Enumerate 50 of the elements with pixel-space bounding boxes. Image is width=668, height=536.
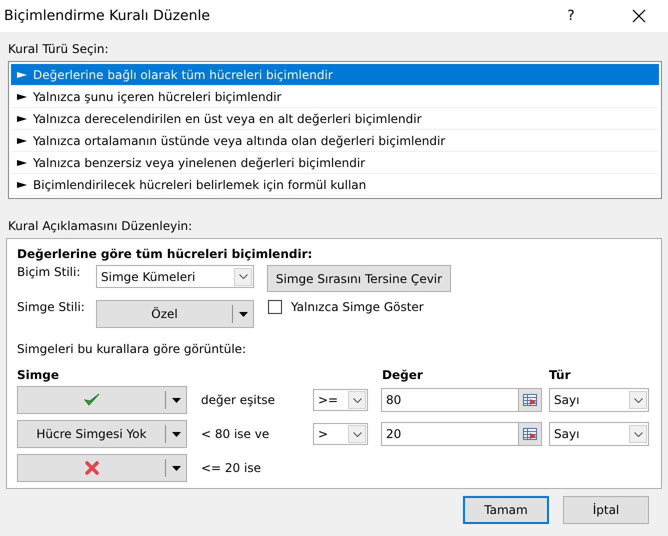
chevron-icon	[352, 432, 362, 436]
cross-icon	[84, 461, 98, 475]
pointer-icon	[17, 138, 27, 144]
value-field[interactable]: 80	[381, 388, 542, 412]
pointer-icon	[17, 160, 27, 166]
condition-text: < 80 ise ve	[201, 427, 270, 441]
range-picker-icon	[523, 428, 537, 440]
chevron-icon	[352, 398, 362, 402]
pointer-icon	[17, 116, 27, 122]
rule-type-item[interactable]: Değerlerine bağlı olarak tüm hücreleri biçimlendir	[11, 64, 659, 86]
format-style-label: Biçim Stili:	[17, 265, 82, 279]
icon-style-select[interactable]: Özel	[96, 300, 254, 328]
icon-select[interactable]	[17, 454, 187, 482]
caret-icon	[238, 312, 248, 316]
operator-select[interactable]: >=	[313, 389, 368, 411]
pointer-icon	[17, 182, 27, 188]
cancel-button[interactable]: İptal	[563, 496, 649, 524]
value-field[interactable]: 20	[381, 422, 542, 446]
caret-icon	[172, 398, 180, 402]
caret-icon	[172, 432, 180, 436]
operator-select[interactable]: >	[313, 423, 368, 445]
icon-select[interactable]: Hücre Simgesi Yok	[17, 420, 187, 448]
column-header: Değer	[382, 368, 424, 382]
pointer-icon	[17, 72, 27, 78]
condition-text: değer eşitse	[201, 393, 276, 407]
condition-text: <= 20 ise	[201, 461, 262, 475]
icon-only-checkbox[interactable]	[268, 300, 282, 314]
column-header: Simge	[17, 368, 60, 382]
help-button[interactable]: ?	[548, 0, 594, 32]
range-picker-icon	[523, 394, 537, 406]
icon-style-label: Simge Stili:	[17, 300, 86, 314]
rule-type-label: Kural Türü Seçin:	[8, 42, 110, 56]
rule-heading: Değerlerine göre tüm hücreleri biçimlendir:	[17, 247, 314, 261]
reverse-icon-order-button[interactable]: Simge Sırasını Tersine Çevir	[267, 265, 451, 292]
pointer-icon	[17, 94, 27, 100]
chevron-icon	[238, 274, 248, 279]
checkmark-icon	[84, 393, 100, 407]
caret-icon	[172, 466, 180, 470]
type-select[interactable]: Sayı	[549, 422, 649, 446]
window-title: Biçimlendirme Kuralı Düzenle	[4, 8, 211, 24]
format-style-select[interactable]: Simge Kümeleri	[96, 265, 254, 288]
chevron-icon	[634, 398, 642, 402]
chevron-icon	[634, 432, 642, 436]
rules-label: Simgeleri bu kurallara göre görüntüle:	[17, 342, 248, 356]
icon-only-label: Yalnızca Simge Göster	[291, 300, 424, 314]
column-header: Tür	[549, 368, 572, 382]
close-icon	[632, 9, 646, 23]
ok-button[interactable]: Tamam	[463, 496, 549, 524]
type-select[interactable]: Sayı	[549, 388, 649, 412]
description-label: Kural Açıklamasını Düzenleyin:	[8, 219, 194, 233]
